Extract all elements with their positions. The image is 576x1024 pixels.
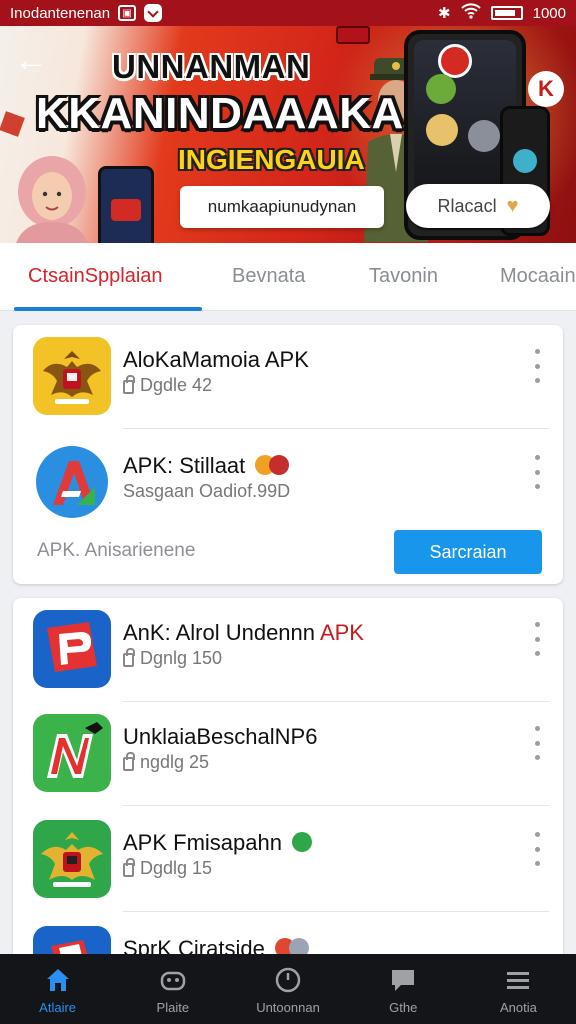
wifi-icon	[460, 3, 481, 23]
app-meta: ngdlg 25	[123, 751, 210, 773]
app-meta-text: Dgdle 42	[140, 375, 213, 395]
photo-notification-icon: ▣	[118, 5, 137, 21]
nav-chat[interactable]: Gthe	[346, 954, 461, 1024]
p-logo-icon	[33, 610, 111, 688]
list-item[interactable]: APK Fmisapahn Dgdlg 15	[13, 808, 563, 912]
app-name: APK: Stillaat	[123, 453, 290, 479]
tab-fourth[interactable]: Mocaain	[500, 265, 576, 288]
more-options-icon[interactable]	[529, 832, 545, 866]
banner-title-line-3: INGIENGAUIA	[178, 144, 365, 175]
close-icon[interactable]: K	[528, 71, 564, 107]
nav-label: Plaite	[156, 1000, 190, 1015]
nav-games[interactable]: Plaite	[115, 954, 230, 1024]
lock-icon	[123, 751, 135, 771]
menu-icon	[504, 966, 532, 994]
status-bar: Inodantenenan ▣ ✱ 1000	[0, 0, 576, 26]
garuda-green-icon	[33, 820, 111, 898]
app-meta-text: Dgnlg 150	[140, 648, 223, 668]
app-name: UnklaiaBeschalNP6	[123, 724, 318, 749]
woman-illustration	[16, 156, 88, 243]
app-name: AloKaMamoia APK	[123, 347, 309, 372]
card-footer-text: APK. Anisarienene	[37, 540, 196, 561]
more-options-icon[interactable]	[529, 726, 545, 760]
phone-illustration	[98, 166, 154, 243]
tab-third[interactable]: Tavonin	[369, 265, 438, 288]
list-item[interactable]: APK: Stillaat Sasgaan Oadiof.99D	[13, 431, 563, 535]
lock-icon	[123, 857, 135, 877]
back-arrow-icon[interactable]: ←	[14, 43, 54, 80]
a-logo-icon	[33, 443, 111, 521]
heart-icon: ♥	[506, 194, 519, 217]
nav-label: Untoonnan	[256, 1000, 320, 1015]
more-options-icon[interactable]	[529, 349, 545, 383]
gamepad-icon	[159, 966, 187, 994]
nav-label: Atlaire	[39, 1000, 77, 1015]
app-name: AnK: Alrol Undennn APK	[123, 620, 364, 646]
featured-apps-card: AloKaMamoia APK Dgdle 42 APK: Stillaat S…	[13, 325, 563, 584]
app-meta-text: ngdlg 25	[140, 752, 210, 772]
lock-icon	[123, 374, 135, 394]
app-meta: Sasgaan Oadiof.99D	[123, 481, 291, 501]
status-carrier-text: Inodantenenan	[10, 4, 111, 22]
garuda-emblem-icon	[33, 337, 111, 415]
app-meta-text: Dgdlg 15	[140, 858, 213, 878]
download-notification-icon	[144, 4, 163, 22]
category-tabs: CtsainSpplaian Bevnata Tavonin Mocaain	[0, 243, 576, 311]
tab-featured[interactable]: CtsainSpplaian	[28, 265, 163, 288]
gift-box-illustration	[0, 111, 25, 137]
badge-icon	[269, 455, 290, 476]
app-meta: Dgdle 42	[123, 374, 213, 396]
primary-action-button[interactable]: Sarcraian	[394, 530, 542, 574]
more-options-icon[interactable]	[529, 455, 545, 489]
status-time: 1000	[532, 4, 566, 22]
list-item[interactable]: AloKaMamoia APK Dgdle 42	[13, 325, 563, 429]
banner-title-line-2: KKANINDAAAKA	[36, 89, 404, 138]
list-item[interactable]: UnklaiaBeschalNP6 ngdlg 25	[13, 702, 563, 806]
banner-action-label: Rlacacl	[437, 195, 497, 216]
banner-search-field[interactable]: numkaapiunudynan	[180, 186, 384, 228]
banner-action-button[interactable]: Rlacacl ♥	[406, 184, 550, 228]
bottom-navigation: Atlaire Plaite Untoonnan Gthe Anotia	[0, 954, 576, 1024]
app-list-card: AnK: Alrol Undennn APK Dgnlg 150 Unklaia…	[13, 598, 563, 998]
promo-banner: ← UNNANMAN KKANINDAAAKA INGIENGAUIA numk…	[0, 26, 576, 243]
nav-home[interactable]: Atlaire	[0, 954, 115, 1024]
home-icon	[44, 966, 72, 994]
app-meta: Dgnlg 150	[123, 647, 223, 669]
app-name-text: APK Fmisapahn	[123, 830, 282, 855]
app-name-text: AnK: Alrol Undennn	[123, 620, 316, 645]
nav-label: Gthe	[389, 1000, 418, 1015]
app-meta: Dgdlg 15	[123, 857, 213, 879]
app-name-suffix: APK	[319, 620, 364, 645]
banner-title-line-1: UNNANMAN	[112, 48, 311, 85]
nav-updates[interactable]: Untoonnan	[230, 954, 345, 1024]
app-name: APK Fmisapahn	[123, 830, 313, 856]
nav-label: Anotia	[499, 1000, 537, 1015]
nav-menu[interactable]: Anotia	[461, 954, 576, 1024]
active-tab-indicator	[14, 307, 202, 311]
lock-icon	[123, 647, 135, 667]
tab-second[interactable]: Bevnata	[232, 265, 305, 288]
clock-icon	[274, 966, 302, 994]
app-name-text: APK: Stillaat	[123, 453, 246, 478]
list-item[interactable]: AnK: Alrol Undennn APK Dgnlg 150	[13, 598, 563, 702]
verified-badge-icon	[292, 832, 313, 853]
bluetooth-icon: ✱	[438, 5, 451, 22]
n-logo-icon	[33, 714, 111, 792]
chat-icon	[389, 966, 417, 994]
more-options-icon[interactable]	[529, 622, 545, 656]
battery-icon	[490, 6, 523, 20]
